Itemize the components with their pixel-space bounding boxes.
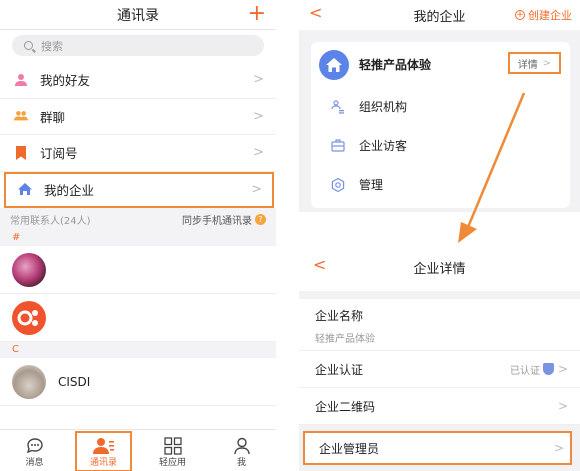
- menu-item-subscriptions[interactable]: 订阅号 >: [0, 135, 276, 172]
- item-manage[interactable]: 管理: [311, 165, 570, 204]
- enterprise-row[interactable]: 轻推产品体验 详情 >: [311, 42, 570, 87]
- gear-icon: [331, 177, 345, 192]
- menu-item-label: 订阅号: [40, 146, 78, 162]
- enterprise-name: 轻推产品体验: [359, 58, 432, 72]
- add-button[interactable]: +: [248, 0, 266, 28]
- frequent-contacts-header: 常用联系人(24人) 同步手机通讯录 ?: [0, 208, 276, 230]
- qr-label: 企业二维码: [315, 399, 376, 414]
- name-value: 轻推产品体验: [315, 334, 375, 345]
- detail-list: 企业名称 轻推产品体验 企业认证 已认证 > 企业二维码 >: [299, 299, 580, 425]
- page-title: 通讯录: [117, 8, 159, 24]
- chevron-right-icon: >: [253, 72, 264, 88]
- page-title: 企业详情: [413, 262, 466, 277]
- contact-row[interactable]: [0, 246, 276, 294]
- tab-label: 消息: [25, 458, 44, 468]
- bottom-tab-bar: 消息 通讯录 轻应用 我: [0, 429, 276, 471]
- chevron-right-icon: >: [553, 441, 564, 455]
- admin-row[interactable]: 企业管理员 >: [303, 431, 572, 465]
- index-letter: C: [0, 342, 276, 358]
- details-label: 详情: [517, 59, 538, 71]
- contact-row[interactable]: CISDI: [0, 358, 276, 406]
- chevron-right-icon: >: [557, 399, 568, 413]
- sync-label: 同步手机通讯录: [182, 215, 252, 227]
- menu-item-label: 我的企业: [44, 182, 95, 198]
- item-label: 企业访客: [359, 139, 408, 153]
- sync-contacts-link[interactable]: 同步手机通讯录 ?: [182, 212, 266, 227]
- detail-header: < 企业详情: [299, 243, 580, 291]
- avatar: [12, 252, 46, 287]
- enterprise-card: 轻推产品体验 详情 > 组织机构 企业访客 管理: [311, 42, 570, 208]
- chevron-right-icon: >: [253, 108, 264, 124]
- tab-contacts[interactable]: 通讯录: [69, 430, 138, 471]
- tab-label: 我: [236, 458, 246, 468]
- avatar: [12, 364, 46, 399]
- briefcase-icon: [331, 139, 345, 153]
- contact-name: CISDI: [58, 374, 91, 389]
- verified-icon: [543, 363, 554, 375]
- help-icon[interactable]: ?: [255, 213, 266, 225]
- item-label: 组织机构: [359, 100, 408, 114]
- item-visitors[interactable]: 企业访客: [311, 126, 570, 165]
- menu-item-groups[interactable]: 群聊 >: [0, 99, 276, 135]
- search-icon: [24, 41, 33, 50]
- grid-icon: [163, 437, 182, 455]
- section-label: 常用联系人(24人): [10, 215, 91, 227]
- cert-value: 已认证: [510, 365, 540, 377]
- my-enterprise-screen: < 我的企业 + 创建企业 轻推产品体验 详情 > 组织机构 企业访客 管理: [299, 0, 580, 212]
- item-org-structure[interactable]: 组织机构: [311, 87, 570, 126]
- enterprise-name-row: 企业名称 轻推产品体验: [299, 299, 580, 351]
- create-enterprise-button[interactable]: + 创建企业: [515, 7, 572, 23]
- chevron-right-icon: >: [251, 181, 262, 197]
- search-placeholder: 搜索: [41, 39, 63, 53]
- details-button[interactable]: 详情 >: [508, 52, 561, 74]
- certification-row[interactable]: 企业认证 已认证 >: [299, 351, 580, 388]
- enterprise-header: < 我的企业 + 创建企业: [299, 0, 580, 30]
- admin-label: 企业管理员: [319, 441, 380, 456]
- contacts-screen: 通讯录 + 搜索 我的好友 > 群聊 > 订阅号 > 我的企业 > 常用联系人(…: [0, 0, 276, 471]
- create-label: 创建企业: [528, 9, 572, 22]
- tab-label: 轻应用: [158, 458, 186, 468]
- tab-me[interactable]: 我: [207, 430, 276, 471]
- avatar: [12, 300, 46, 335]
- tab-messages[interactable]: 消息: [0, 430, 69, 471]
- contact-row[interactable]: [0, 294, 276, 342]
- tab-light-apps[interactable]: 轻应用: [138, 430, 207, 471]
- name-label: 企业名称: [315, 309, 364, 323]
- org-chart-icon: [331, 99, 345, 114]
- chat-icon: [26, 438, 43, 454]
- menu-item-my-enterprise[interactable]: 我的企业 >: [4, 171, 274, 208]
- menu-item-label: 我的好友: [40, 73, 91, 89]
- profile-icon: [233, 437, 250, 455]
- qr-code-row[interactable]: 企业二维码 >: [299, 388, 580, 425]
- plus-circle-icon: +: [515, 10, 525, 20]
- chevron-right-icon: >: [542, 57, 552, 69]
- menu-item-friends[interactable]: 我的好友 >: [0, 62, 276, 99]
- contacts-header: 通讯录 +: [0, 0, 276, 30]
- item-label: 管理: [359, 178, 384, 192]
- home-icon: [319, 49, 349, 80]
- chevron-right-icon: >: [253, 145, 264, 161]
- cert-status: 已认证: [510, 362, 554, 377]
- index-letter: #: [0, 230, 276, 246]
- chevron-right-icon: >: [557, 362, 568, 376]
- home-icon: [18, 182, 32, 196]
- person-icon: [14, 73, 28, 87]
- bookmark-icon: [14, 145, 28, 160]
- menu-item-label: 群聊: [40, 109, 66, 125]
- search-input[interactable]: 搜索: [12, 35, 264, 56]
- cert-label: 企业认证: [315, 362, 364, 377]
- group-icon: [14, 109, 28, 123]
- enterprise-detail-screen: < 企业详情 企业名称 轻推产品体验 企业认证 已认证 > 企业二维码 > 企业…: [299, 243, 580, 471]
